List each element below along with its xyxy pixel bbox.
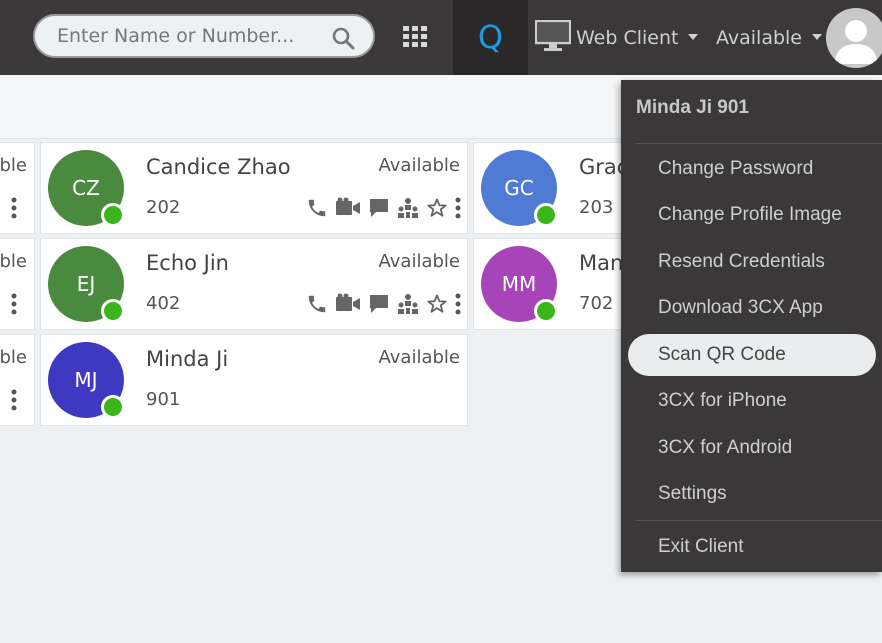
more-vertical-icon[interactable] — [11, 293, 17, 315]
star-icon[interactable] — [426, 197, 448, 219]
menu-item-3cx-iphone[interactable]: 3CX for iPhone — [628, 380, 876, 422]
contact-card[interactable]: MJ Minda Ji Available 901 — [40, 334, 468, 426]
more-vertical-icon[interactable] — [11, 197, 17, 219]
user-avatar-button[interactable] — [826, 8, 882, 68]
menu-item-resend-credentials[interactable]: Resend Credentials — [628, 241, 876, 283]
status-label: Available — [716, 27, 803, 49]
menu-divider — [636, 520, 882, 521]
dialpad-icon[interactable] — [403, 26, 427, 48]
contact-status: Available — [378, 347, 460, 368]
web-client-dropdown[interactable]: Web Client — [576, 26, 699, 50]
video-icon[interactable] — [335, 197, 361, 219]
contact-name: Man — [579, 251, 624, 275]
contact-status: Available — [378, 251, 460, 272]
contact-extension: 901 — [146, 389, 181, 410]
menu-item-scan-qr-code[interactable]: Scan QR Code — [628, 334, 876, 376]
presence-dot — [534, 203, 558, 227]
contact-extension: 702 — [579, 293, 614, 314]
contact-status: ble — [0, 251, 27, 272]
contact-status: ble — [0, 347, 27, 368]
menu-item-change-password[interactable]: Change Password — [628, 148, 876, 190]
status-dropdown[interactable]: Available — [716, 26, 823, 50]
contact-card[interactable]: MM Man 702 — [473, 238, 633, 330]
contact-actions — [306, 291, 461, 317]
contact-card[interactable]: CZ Candice Zhao Available 202 — [40, 142, 468, 234]
menu-item-3cx-android[interactable]: 3CX for Android — [628, 427, 876, 469]
presence-dot — [101, 203, 125, 227]
search-input[interactable] — [57, 24, 317, 48]
contact-name: Candice Zhao — [146, 155, 291, 179]
contact-extension: 202 — [146, 197, 181, 218]
presence-dot — [101, 299, 125, 323]
more-vertical-icon[interactable] — [455, 293, 461, 315]
contact-card[interactable]: EJ Echo Jin Available 402 — [40, 238, 468, 330]
menu-divider — [636, 143, 882, 144]
menu-item-download-app[interactable]: Download 3CX App — [628, 287, 876, 329]
contact-card-partial[interactable]: ble — [0, 238, 35, 330]
presence-dot — [534, 299, 558, 323]
contact-card[interactable]: GC Grac 203 — [473, 142, 633, 234]
menu-item-change-profile-image[interactable]: Change Profile Image — [628, 194, 876, 236]
menu-item-settings[interactable]: Settings — [628, 473, 876, 515]
contact-card-partial[interactable]: ble — [0, 334, 35, 426]
search-box[interactable] — [33, 14, 375, 58]
contact-status: Available — [378, 155, 460, 176]
contact-name: Minda Ji — [146, 347, 229, 371]
more-vertical-icon[interactable] — [455, 197, 461, 219]
video-icon[interactable] — [335, 293, 361, 315]
user-menu-header: Minda Ji 901 — [636, 97, 749, 118]
contact-extension: 203 — [579, 197, 614, 218]
contact-status: ble — [0, 155, 27, 176]
chat-icon[interactable] — [368, 293, 390, 315]
caret-down-icon — [812, 33, 823, 40]
caret-down-icon — [688, 33, 699, 40]
q-button[interactable]: Q — [453, 0, 528, 75]
conference-icon[interactable] — [397, 293, 419, 315]
web-client-label: Web Client — [576, 27, 679, 49]
user-menu: Minda Ji 901 Change Password Change Prof… — [621, 80, 882, 572]
star-icon[interactable] — [426, 293, 448, 315]
search-icon[interactable] — [331, 26, 355, 50]
contact-actions — [306, 195, 461, 221]
presence-dot — [101, 395, 125, 419]
chat-icon[interactable] — [368, 197, 390, 219]
contact-card-partial[interactable]: ble — [0, 142, 35, 234]
monitor-icon — [535, 20, 571, 51]
top-bar: Q Web Client Available — [0, 0, 882, 75]
contact-name: Echo Jin — [146, 251, 229, 275]
contact-extension: 402 — [146, 293, 181, 314]
phone-icon[interactable] — [306, 293, 328, 315]
menu-item-exit-client[interactable]: Exit Client — [628, 526, 876, 568]
conference-icon[interactable] — [397, 197, 419, 219]
more-vertical-icon[interactable] — [11, 389, 17, 411]
user-avatar-icon — [834, 20, 878, 64]
phone-icon[interactable] — [306, 197, 328, 219]
